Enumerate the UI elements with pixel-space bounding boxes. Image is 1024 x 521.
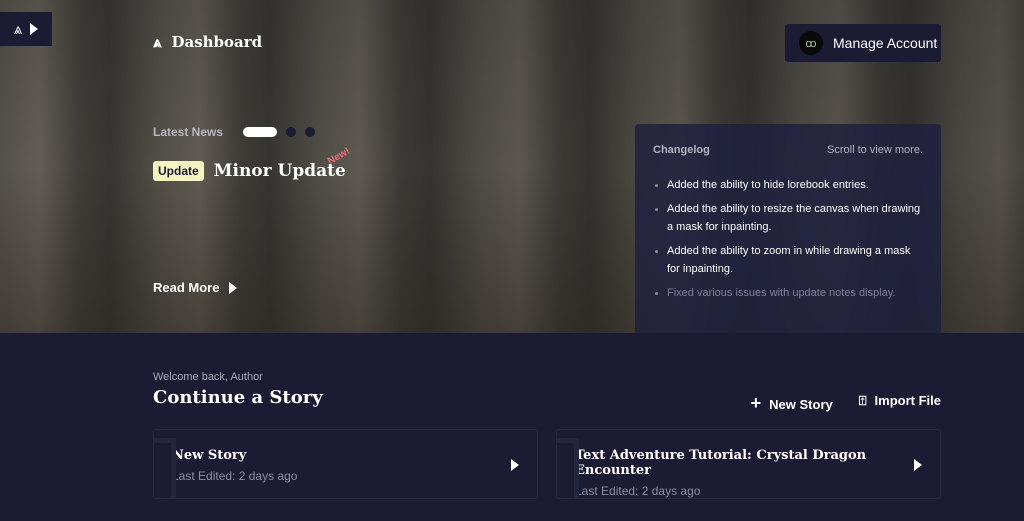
sidebar-toggle-button[interactable]: ⩓ xyxy=(0,12,52,46)
plus-icon: + xyxy=(750,393,762,413)
story-card[interactable]: Text Adventure Tutorial: Crystal Dragon … xyxy=(556,429,941,499)
changelog-hint: Scroll to view more. xyxy=(827,144,923,156)
changelog-panel[interactable]: Changelog Scroll to view more. Added the… xyxy=(635,124,941,333)
story-title: New Story xyxy=(172,448,247,463)
account-avatar-icon: ꝏ xyxy=(799,31,823,55)
changelog-item: Added the ability to zoom in while drawi… xyxy=(653,242,923,278)
logo-icon: ⩓ xyxy=(13,20,23,38)
changelog-title: Changelog xyxy=(653,144,710,156)
story-edited: Last Edited: 2 days ago xyxy=(172,469,298,483)
logo-icon: ⩓ xyxy=(153,33,162,51)
chevron-right-icon xyxy=(511,459,519,471)
chevron-right-icon xyxy=(914,459,922,471)
new-story-button[interactable]: + New Story xyxy=(751,393,833,414)
welcome-text: Welcome back, Author xyxy=(153,371,263,383)
carousel-dot-1[interactable] xyxy=(243,127,277,137)
read-more-button[interactable]: Read More xyxy=(153,280,238,295)
import-icon: ⍐ xyxy=(858,393,867,408)
latest-news: Latest News Update Minor Update New! xyxy=(153,125,352,181)
news-title: Minor Update xyxy=(213,161,346,181)
carousel-dot-3[interactable] xyxy=(305,127,315,137)
continue-section: Welcome back, Author Continue a Story + N… xyxy=(153,371,941,499)
story-edited: Last Edited: 2 days ago xyxy=(575,484,701,498)
dashboard-title: ⩓ Dashboard xyxy=(153,33,263,51)
carousel-dot-2[interactable] xyxy=(286,127,296,137)
update-badge: Update xyxy=(153,161,204,181)
changelog-item: Added the ability to hide lorebook entri… xyxy=(653,176,923,194)
story-card[interactable]: New Story Last Edited: 2 days ago xyxy=(153,429,538,499)
story-decoration xyxy=(154,438,176,498)
changelog-item: Added the ability to resize the canvas w… xyxy=(653,200,923,236)
story-title: Text Adventure Tutorial: Crystal Dragon … xyxy=(575,448,867,478)
changelog-item: Fixed various issues with update notes d… xyxy=(653,284,923,302)
carousel-dots xyxy=(243,127,315,137)
manage-account-button[interactable]: ꝏ Manage Account xyxy=(785,24,941,62)
import-file-button[interactable]: ⍐ Import File xyxy=(859,393,941,414)
read-more-label: Read More xyxy=(153,280,220,295)
story-decoration xyxy=(557,438,579,498)
chevron-right-icon xyxy=(30,23,39,35)
chevron-right-icon xyxy=(229,281,238,294)
